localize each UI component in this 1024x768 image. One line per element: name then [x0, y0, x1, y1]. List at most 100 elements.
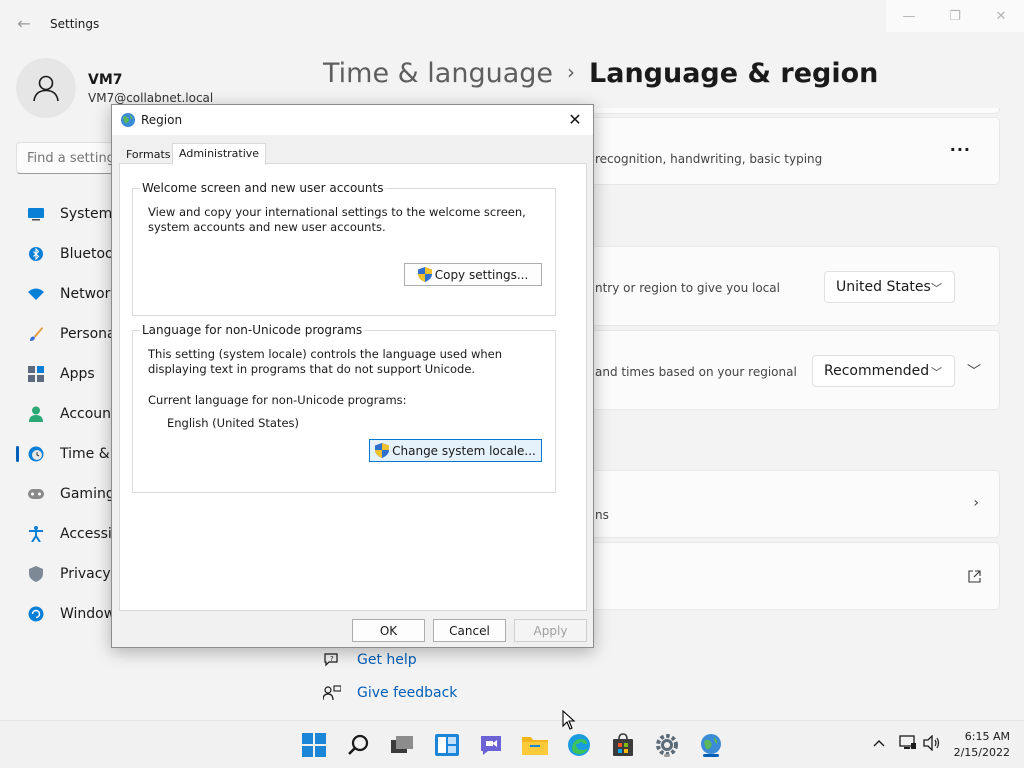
restore-icon[interactable]: ❐: [932, 0, 978, 32]
chevron-down-icon: ﹀: [931, 282, 942, 295]
clock-globe-icon: [28, 446, 44, 462]
show-hidden-icons[interactable]: [873, 736, 885, 751]
user-name: VM7: [88, 72, 123, 88]
settings-taskbar-button[interactable]: [653, 731, 681, 759]
card-typing[interactable]: recognition, handwriting, basic typing ·…: [560, 117, 1000, 185]
card-regional-format[interactable]: and times based on your regional Recomme…: [560, 330, 1000, 410]
apps-icon: [28, 366, 44, 382]
dropdown-value: United States: [836, 279, 931, 295]
card-administrative-language[interactable]: ns ›: [560, 470, 1000, 538]
windows-update-icon: [28, 606, 44, 622]
accessibility-icon: [28, 526, 44, 542]
region-taskbar-button[interactable]: [697, 731, 725, 759]
change-system-locale-button[interactable]: Change system locale...: [369, 439, 542, 462]
edge-icon: [568, 734, 590, 756]
dialog-title: Region: [141, 113, 183, 127]
store-button[interactable]: [609, 731, 637, 759]
breadcrumb: Time & language › Language & region: [323, 58, 878, 89]
close-icon[interactable]: ✕: [565, 110, 585, 130]
tab-formats[interactable]: Formats: [120, 145, 177, 165]
get-help-label: Get help: [357, 651, 417, 668]
copy-settings-button[interactable]: Copy settings...: [404, 263, 542, 286]
task-view-icon: [391, 736, 413, 753]
tab-administrative[interactable]: Administrative: [172, 143, 267, 165]
taskbar-search-button[interactable]: [345, 731, 373, 759]
card-description: recognition, handwriting, basic typing: [595, 152, 823, 166]
help-icon: ?: [322, 652, 342, 668]
card-description: ns: [595, 508, 609, 522]
cancel-button[interactable]: Cancel: [433, 619, 506, 642]
shield-icon: [28, 566, 44, 582]
app-title: Settings: [50, 17, 100, 31]
gamepad-icon: [28, 486, 44, 502]
sidebar-item-label: Gaming: [60, 486, 115, 502]
volume-tray-icon[interactable]: [923, 734, 941, 755]
task-view-button[interactable]: [388, 731, 416, 759]
breadcrumb-separator: ›: [567, 60, 576, 84]
card-description: ntry or region to give you local: [595, 281, 780, 295]
windows-logo-icon: [302, 733, 326, 757]
running-indicator: [664, 754, 670, 757]
clock-time: 6:15 AM: [964, 730, 1010, 743]
feedback-icon: [322, 684, 342, 701]
window-controls: — ❐ ✕: [886, 0, 1024, 32]
sidebar-item-label: Apps: [60, 366, 95, 382]
card-language-options[interactable]: [560, 108, 1000, 114]
clock[interactable]: 6:15 AM 2/15/2022: [954, 729, 1010, 761]
dropdown-value: Recommended: [824, 363, 930, 379]
dialog-title-bar: Region ✕: [112, 105, 593, 135]
svg-text:?: ?: [330, 655, 334, 663]
button-label: Change system locale...: [392, 443, 536, 458]
page-title: Language & region: [589, 58, 879, 89]
network-tray-icon[interactable]: [899, 735, 917, 755]
minimize-icon[interactable]: —: [886, 0, 932, 32]
apply-button[interactable]: Apply: [514, 619, 587, 642]
search-icon: [348, 734, 369, 755]
breadcrumb-parent[interactable]: Time & language: [323, 58, 553, 89]
non-unicode-group: Language for non-Unicode programs This s…: [132, 323, 556, 493]
widgets-button[interactable]: [433, 731, 461, 759]
bluetooth-icon: [28, 246, 44, 262]
sidebar-item-label: Time & l: [60, 446, 118, 462]
title-bar: ← Settings — ❐ ✕: [0, 0, 1024, 48]
more-options-icon[interactable]: ···: [950, 140, 971, 159]
group-description: View and copy your international setting…: [148, 205, 526, 234]
sidebar-item-label: System: [60, 206, 113, 222]
administrative-tab-panel: Welcome screen and new user accounts Vie…: [119, 163, 587, 611]
network-icon: [899, 735, 916, 749]
chevron-right-icon: ›: [973, 495, 979, 511]
close-icon[interactable]: ✕: [978, 0, 1024, 32]
welcome-screen-group: Welcome screen and new user accounts Vie…: [132, 181, 556, 316]
back-arrow-icon[interactable]: ←: [14, 14, 34, 34]
button-label: Copy settings...: [434, 267, 529, 282]
sidebar-item-label: Network: [60, 286, 119, 302]
uac-shield-icon: [417, 267, 432, 282]
current-language-value: English (United States): [167, 416, 300, 430]
person-icon: [28, 406, 44, 422]
sidebar-item-label: Window: [60, 606, 116, 622]
widgets-icon: [435, 734, 459, 756]
give-feedback-link[interactable]: Give feedback: [322, 676, 457, 709]
speaker-icon: [923, 734, 940, 752]
start-button[interactable]: [300, 731, 328, 759]
regional-format-dropdown[interactable]: Recommended ﹀: [812, 355, 955, 387]
card-country-region: ntry or region to give you local United …: [560, 246, 1000, 326]
edge-browser-button[interactable]: [565, 731, 593, 759]
ok-button[interactable]: OK: [352, 619, 425, 642]
person-icon: [33, 75, 59, 102]
clock-date: 2/15/2022: [953, 746, 1010, 759]
file-explorer-button[interactable]: [521, 731, 549, 759]
active-indicator: [703, 754, 719, 757]
store-bag-icon: [613, 733, 633, 756]
monitor-icon: [28, 206, 44, 222]
uac-shield-icon: [375, 443, 390, 458]
mouse-cursor-icon: [562, 710, 576, 730]
teams-chat-button[interactable]: [477, 731, 505, 759]
wifi-icon: [28, 286, 44, 302]
group-legend: Welcome screen and new user accounts: [140, 181, 386, 195]
user-email: VM7@collabnet.local: [88, 91, 214, 105]
country-region-dropdown[interactable]: United States ﹀: [824, 271, 955, 303]
avatar[interactable]: [16, 58, 76, 118]
card-related-link[interactable]: [560, 542, 1000, 610]
expand-chevron-icon[interactable]: ﹀: [967, 361, 981, 381]
